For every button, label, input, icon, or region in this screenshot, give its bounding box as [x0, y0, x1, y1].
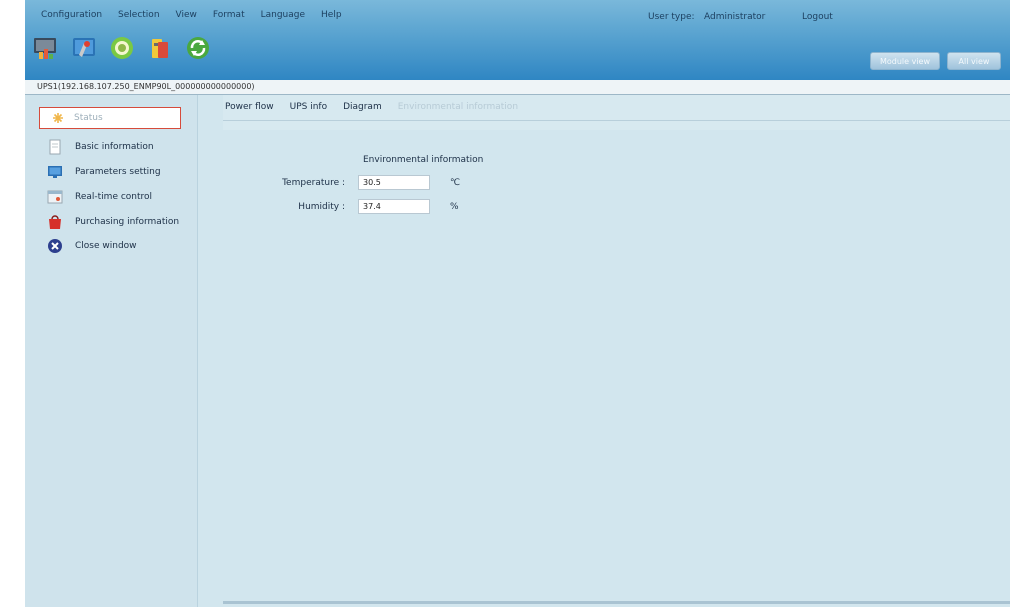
- sidebar-item-real-time-control[interactable]: Real-time control: [47, 189, 152, 205]
- sidebar-item-label: Purchasing information: [75, 217, 180, 227]
- sidebar: Status Basic information Parameters sett…: [25, 95, 198, 607]
- menu-bar: Configuration Selection View Format Lang…: [41, 10, 342, 20]
- bottom-scrollbar[interactable]: [223, 601, 1010, 604]
- menu-selection[interactable]: Selection: [118, 10, 159, 20]
- user-type-label: User type:: [648, 12, 695, 22]
- humidity-field[interactable]: [358, 199, 430, 214]
- menu-format[interactable]: Format: [213, 10, 245, 20]
- sidebar-item-basic-information[interactable]: Basic information: [47, 139, 154, 155]
- tab-ups-info[interactable]: UPS info: [290, 102, 327, 112]
- all-view-button[interactable]: All view: [947, 52, 1001, 70]
- ups-device-icon[interactable]: [147, 35, 173, 61]
- tab-environmental-information: Environmental information: [397, 102, 519, 112]
- sidebar-item-purchasing-information[interactable]: Purchasing information: [47, 214, 179, 230]
- temperature-unit: ℃: [450, 178, 461, 188]
- sidebar-item-label: Real-time control: [75, 192, 153, 202]
- sidebar-item-label: Status: [74, 113, 103, 123]
- sidebar-item-label: Parameters setting: [75, 167, 161, 177]
- menu-view[interactable]: View: [176, 10, 197, 20]
- sidebar-item-label: Basic information: [75, 142, 154, 152]
- humidity-unit: %: [450, 202, 459, 212]
- config-tools-icon[interactable]: [71, 35, 97, 61]
- monitor-icon: [48, 166, 62, 178]
- menu-configuration[interactable]: Configuration: [41, 10, 102, 20]
- module-view-button[interactable]: Module view: [870, 52, 940, 70]
- refresh-icon[interactable]: [185, 35, 211, 61]
- humidity-label: Humidity :: [298, 202, 345, 212]
- temperature-field[interactable]: [358, 175, 430, 190]
- menu-help[interactable]: Help: [321, 10, 342, 20]
- tab-power-flow[interactable]: Power flow: [225, 102, 274, 112]
- tab-bar: Power flow UPS info Diagram Environmenta…: [225, 102, 518, 112]
- status-icon: [53, 113, 63, 123]
- sidebar-item-close-window[interactable]: Close window: [47, 238, 137, 254]
- top-banner: Configuration Selection View Format Lang…: [25, 0, 1010, 81]
- section-title: Environmental information: [363, 155, 484, 165]
- tab-divider: [223, 120, 1010, 121]
- tab-diagram[interactable]: Diagram: [343, 102, 382, 112]
- toolbar: [33, 35, 211, 61]
- temperature-label: Temperature :: [282, 178, 345, 188]
- sidebar-item-status[interactable]: Status: [39, 107, 181, 129]
- device-title-bar: UPS1(192.168.107.250_ENMP90L_00000000000…: [25, 80, 1010, 95]
- shopping-bag-icon: [49, 215, 61, 229]
- app-window: Configuration Selection View Format Lang…: [25, 0, 1010, 607]
- sidebar-item-label: Close window: [75, 241, 137, 251]
- document-icon: [49, 139, 61, 155]
- window-control-icon: [47, 190, 63, 204]
- sidebar-item-parameters-setting[interactable]: Parameters setting: [47, 164, 161, 180]
- monitor-chart-icon[interactable]: [33, 35, 59, 61]
- close-circle-icon: [48, 239, 62, 253]
- target-ring-icon[interactable]: [109, 35, 135, 61]
- logout-link[interactable]: Logout: [802, 12, 833, 22]
- menu-language[interactable]: Language: [261, 10, 305, 20]
- user-type-value: Administrator: [704, 12, 766, 22]
- device-title: UPS1(192.168.107.250_ENMP90L_00000000000…: [37, 82, 255, 91]
- tab-bar-background: [223, 95, 1010, 130]
